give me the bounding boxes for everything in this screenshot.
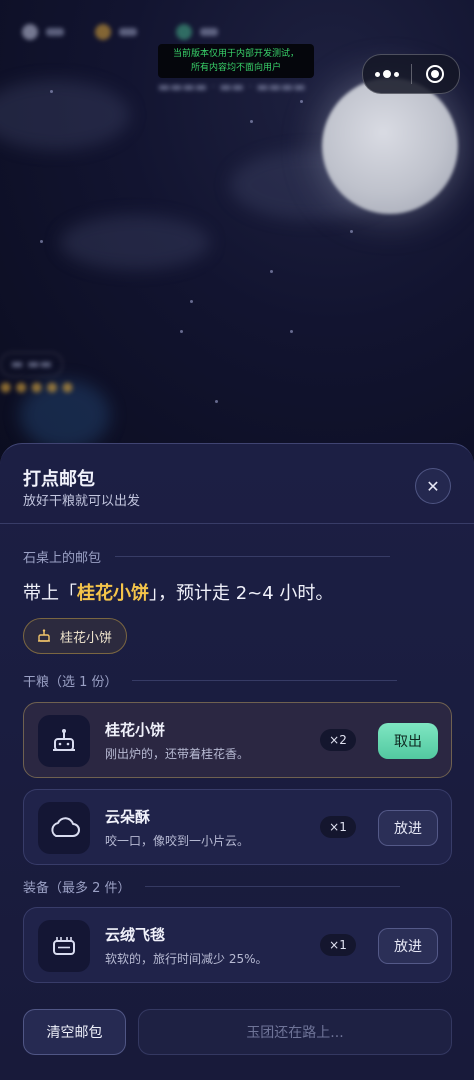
food-item-card[interactable]: 云朵酥 咬一口，像咬到一小片云。 ×1 放进 — [23, 789, 452, 865]
item-desc: 咬一口，像咬到一小片云。 — [105, 834, 250, 848]
mooncake-icon — [38, 629, 50, 642]
close-button[interactable]: ✕ — [415, 468, 451, 504]
gear-item-card[interactable]: 云绒飞毯 软软的，旅行时间减少 25%。 ×1 放进 — [23, 907, 452, 983]
moon — [322, 78, 458, 214]
depart-button-disabled: 玉团还在路上... — [138, 1009, 452, 1055]
cloud-shape — [0, 80, 130, 150]
trip-summary: 带上「桂花小饼」，预计走 2~4 小时。 — [23, 583, 334, 604]
item-name: 云绒飞毯 — [105, 926, 166, 944]
section-line — [144, 886, 400, 887]
section-gear-label: 装备（最多 2 件） — [23, 877, 400, 896]
hud-stat — [22, 22, 64, 42]
clear-mailbag-button[interactable]: 清空邮包 — [23, 1009, 126, 1055]
item-desc: 软软的，旅行时间减少 25%。 — [105, 952, 268, 966]
item-icon-box — [38, 920, 90, 972]
mooncake-icon — [53, 729, 75, 751]
close-icon: ✕ — [426, 476, 440, 496]
more-dots-icon — [374, 70, 399, 78]
item-count-badge: ×2 — [320, 729, 356, 751]
background-scene: ▬▬▬▬ · ▬▬ · ▬▬▬▬ ▬ ▬▬ ● ● ● ● ● 当前版本仅用于内… — [0, 0, 474, 460]
packed-item-label: 桂花小饼 — [60, 630, 113, 646]
sheet-subtitle: 放好干粮就可以出发 — [23, 494, 141, 509]
food-item-card[interactable]: 桂花小饼 刚出炉的，还带着桂花香。 ×2 取出 — [23, 702, 452, 778]
more-menu-button[interactable] — [363, 55, 411, 93]
item-count-badge: ×1 — [320, 934, 356, 956]
trip-item-highlight: 桂花小饼 — [77, 583, 149, 604]
cloud-icon — [51, 817, 80, 837]
dev-notice-banner: 当前版本仅用于内部开发测试， 所有内容均不面向用户 — [158, 44, 314, 78]
cloud-shape — [60, 215, 210, 270]
mailbag-sheet: 打点邮包 放好干粮就可以出发 ✕ 石桌上的邮包 带上「桂花小饼」，预计走 2~4… — [0, 443, 474, 1080]
exit-miniprogram-button[interactable] — [412, 55, 460, 93]
hud-stat — [95, 22, 137, 42]
item-name: 云朵酥 — [105, 808, 151, 826]
item-icon-box — [38, 715, 90, 767]
put-in-button[interactable]: 放进 — [378, 810, 438, 846]
section-food-label: 干粮（选 1 份） — [23, 671, 397, 690]
packed-item-tag[interactable]: 桂花小饼 — [23, 618, 128, 654]
put-in-button[interactable]: 放进 — [378, 928, 438, 964]
item-icon-box — [38, 802, 90, 854]
sheet-title: 打点邮包 — [23, 469, 95, 490]
item-count-badge: ×1 — [320, 816, 356, 838]
blurred-chip: ▬ ▬▬ — [0, 352, 63, 377]
hud-stat — [176, 22, 218, 42]
section-line — [131, 680, 397, 681]
dev-notice-line1: 当前版本仅用于内部开发测试， — [172, 49, 299, 59]
item-desc: 刚出炉的，还带着桂花香。 — [105, 747, 250, 761]
miniprogram-capsule — [362, 54, 460, 94]
blurred-stars: ● ● ● ● ● — [0, 380, 74, 395]
target-icon — [426, 65, 445, 83]
carpet-icon — [53, 937, 75, 955]
header-divider — [0, 523, 474, 524]
section-line — [115, 556, 391, 557]
dev-notice-line2: 所有内容均不面向用户 — [190, 63, 281, 73]
section-mailbag-label: 石桌上的邮包 — [23, 547, 391, 566]
take-out-button[interactable]: 取出 — [378, 723, 438, 759]
blurred-status: ▬▬▬▬ · ▬▬ · ▬▬▬▬ — [158, 80, 306, 95]
item-name: 桂花小饼 — [105, 721, 166, 739]
